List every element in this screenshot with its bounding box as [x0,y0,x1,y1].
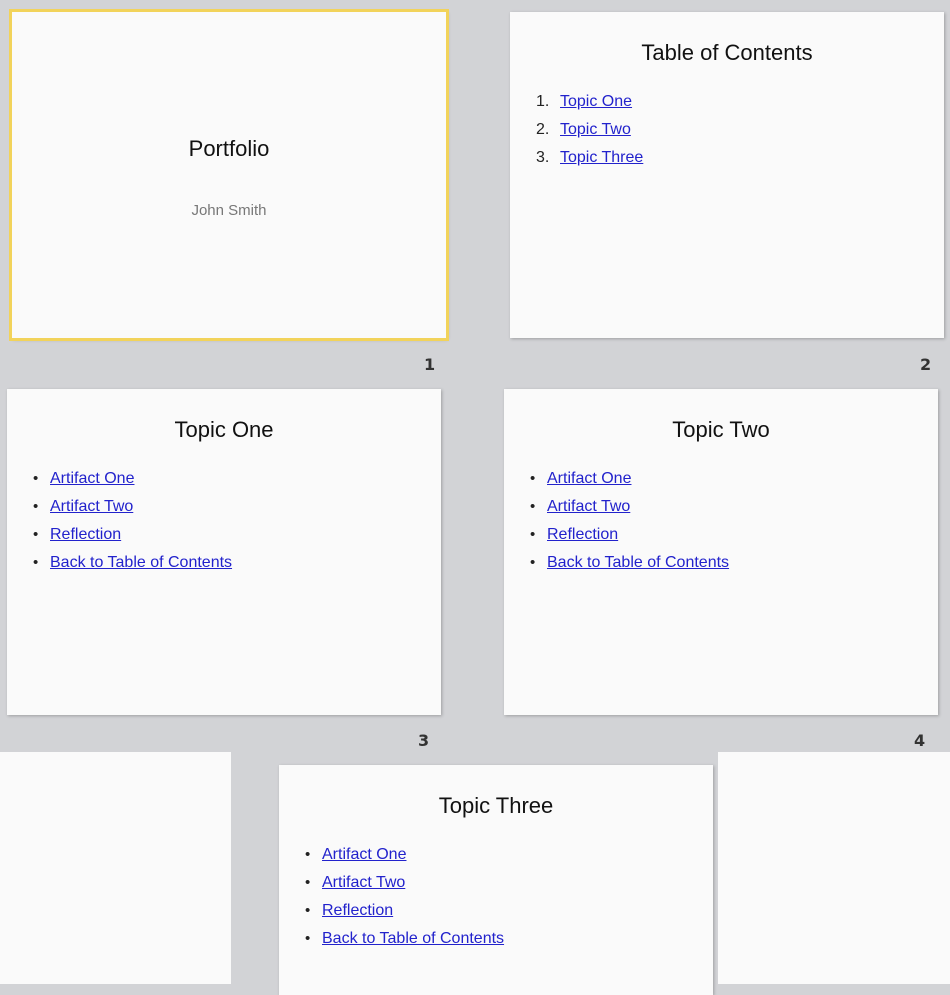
slide-thumbnail-partial-right[interactable] [718,752,950,984]
slide-title: Topic Two [672,417,770,442]
slide-number: 4 [914,731,926,750]
bullet-icon: • [33,470,39,487]
bullet-icon: • [305,930,311,947]
list-item: • Reflection [305,897,504,925]
slide-number: 3 [418,731,430,750]
slide-thumbnail-4[interactable]: Topic Two • Artifact One • Artifact Two • R… [504,389,938,715]
list-item: • Reflection [33,521,232,549]
list-item: • Back to Table of Contents [33,549,232,577]
bullet-icon: • [530,526,536,543]
list-item: • Back to Table of Contents [530,549,729,577]
bullet-list: • Artifact One • Artifact Two • Reflection … [33,465,232,577]
slide-number: 1 [424,355,436,374]
toc-list: 1. Topic One 2. Topic Two 3. Topic Three [536,88,643,172]
list-number: 2. [536,121,550,138]
bullet-icon: • [305,902,311,919]
list-item: • Artifact Two [530,493,729,521]
slide-thumbnail-1[interactable]: Portfolio John Smith [9,9,449,341]
slide-thumbnail-3[interactable]: Topic One • Artifact One • Artifact Two • R… [7,389,441,715]
slide-title: Table of Contents [641,40,813,65]
list-item: 1. Topic One [536,88,643,116]
link-artifact-one[interactable]: Artifact One [50,470,134,487]
slide-title: Topic Three [438,793,554,818]
bullet-list: • Artifact One • Artifact Two • Reflection … [530,465,729,577]
link-reflection[interactable]: Reflection [322,902,393,919]
bullet-icon: • [33,526,39,543]
bullet-icon: • [33,554,39,571]
list-item: 3. Topic Three [536,144,643,172]
list-item: • Artifact One [305,841,504,869]
link-back-to-toc[interactable]: Back to Table of Contents [547,554,729,571]
list-number: 3. [536,149,550,166]
link-back-to-toc[interactable]: Back to Table of Contents [50,554,232,571]
list-item: • Artifact One [33,465,232,493]
list-item: • Reflection [530,521,729,549]
list-number: 1. [536,93,550,110]
list-item: • Artifact Two [305,869,504,897]
link-artifact-one[interactable]: Artifact One [547,470,631,487]
link-reflection[interactable]: Reflection [50,526,121,543]
slide-thumbnail-partial-left[interactable] [0,752,231,984]
link-artifact-two[interactable]: Artifact Two [322,874,405,891]
bullet-icon: • [530,498,536,515]
slide-title: Topic One [174,417,274,442]
toc-link-topic-two[interactable]: Topic Two [560,121,631,138]
link-reflection[interactable]: Reflection [547,526,618,543]
list-item: • Artifact One [530,465,729,493]
slide-thumbnail-5[interactable]: Topic Three • Artifact One • Artifact Two … [279,765,713,995]
link-back-to-toc[interactable]: Back to Table of Contents [322,930,504,947]
list-item: • Back to Table of Contents [305,925,504,953]
slide-thumbnail-2[interactable]: Table of Contents 1. Topic One 2. Topic Tw… [510,12,944,338]
link-artifact-two[interactable]: Artifact Two [547,498,630,515]
link-artifact-one[interactable]: Artifact One [322,846,406,863]
bullet-icon: • [305,846,311,863]
bullet-icon: • [530,470,536,487]
bullet-icon: • [305,874,311,891]
toc-link-topic-three[interactable]: Topic Three [560,149,643,166]
list-item: 2. Topic Two [536,116,643,144]
slide-number: 2 [920,355,932,374]
bullet-list: • Artifact One • Artifact Two • Reflection … [305,841,504,953]
list-item: • Artifact Two [33,493,232,521]
bullet-icon: • [33,498,39,515]
slide-subtitle: John Smith [191,202,267,219]
link-artifact-two[interactable]: Artifact Two [50,498,133,515]
slide-title: Portfolio [188,136,270,161]
toc-link-topic-one[interactable]: Topic One [560,93,632,110]
bullet-icon: • [530,554,536,571]
